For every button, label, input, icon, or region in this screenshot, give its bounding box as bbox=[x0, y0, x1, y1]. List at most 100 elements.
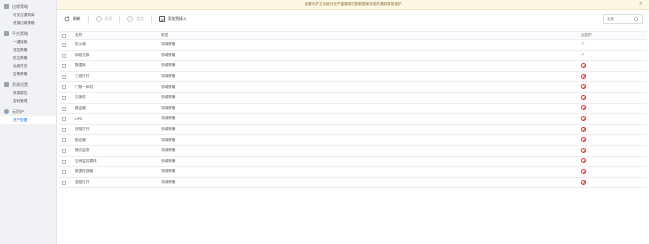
device-table: 名称 类型 云防护 防火墙 领域策略 ✓ 网络交换 领域策略 ✓ 数据库 领域策略 三维打开 领域… bbox=[59, 31, 647, 189]
sidebar-item[interactable]: 流控策略 bbox=[0, 46, 56, 54]
search-box[interactable] bbox=[603, 14, 643, 24]
table-row[interactable]: 数据传感器 领域策略 bbox=[59, 167, 647, 178]
row-checkbox[interactable] bbox=[62, 53, 66, 58]
search-input[interactable] bbox=[607, 17, 637, 21]
cell-name: 双相打开 bbox=[75, 127, 90, 132]
table-row[interactable]: 路由器 领域策略 bbox=[59, 104, 647, 115]
cell-name: 温相打开 bbox=[75, 180, 90, 185]
row-checkbox[interactable] bbox=[62, 85, 66, 90]
cell-name: 网络交换 bbox=[75, 52, 90, 57]
table-row[interactable]: 数据库 领域策略 bbox=[59, 61, 647, 72]
disabled-icon bbox=[581, 158, 586, 164]
toolbar: 刷新 ✓ 启用 ✓ 禁用 ⇲ 添加到接入 bbox=[57, 12, 649, 26]
close-icon[interactable]: × bbox=[639, 2, 643, 7]
table-row[interactable]: 配合器 领域策略 bbox=[59, 135, 647, 146]
cell-type: 领域策略 bbox=[161, 148, 176, 153]
row-checkbox[interactable] bbox=[62, 127, 66, 132]
cell-name: 配合器 bbox=[75, 137, 86, 142]
disable-button[interactable]: ✓ 禁用 bbox=[124, 14, 147, 24]
notice-banner: 设置中护卫功能仍在严重漏洞匹配数据库完成的漏洞类型保护 × bbox=[57, 0, 649, 10]
table-row[interactable]: 三维打开 领域策略 bbox=[59, 72, 647, 83]
table-row[interactable]: 空间监控模块 领域策略 bbox=[59, 157, 647, 168]
cell-type: 领域策略 bbox=[161, 42, 176, 47]
sidebar-group[interactable]: 边缘策略 bbox=[0, 2, 56, 11]
row-checkbox[interactable] bbox=[62, 148, 66, 153]
sidebar-group[interactable]: 平台策略 bbox=[0, 29, 56, 38]
table-row[interactable]: 双相打开 领域策略 bbox=[59, 125, 647, 136]
row-checkbox[interactable] bbox=[62, 180, 66, 185]
select-all-checkbox[interactable] bbox=[62, 34, 66, 38]
cell-name: 三维打开 bbox=[75, 74, 90, 79]
import-icon: ⇲ bbox=[158, 16, 165, 22]
sidebar-group-label: 资源设置 bbox=[12, 81, 28, 87]
strategy-icon bbox=[4, 4, 9, 9]
cell-name: 数据库 bbox=[75, 63, 86, 68]
cell-type: 领域策略 bbox=[161, 84, 176, 89]
cell-type: 领域策略 bbox=[161, 95, 176, 100]
table-row[interactable]: 温相打开 领域策略 bbox=[59, 178, 647, 189]
row-checkbox[interactable] bbox=[62, 138, 66, 143]
search-icon[interactable] bbox=[634, 17, 639, 23]
table-row[interactable]: UPS 领域策略 bbox=[59, 114, 647, 125]
cell-type: 领域策略 bbox=[161, 74, 176, 79]
row-checkbox[interactable] bbox=[62, 74, 66, 79]
table-row[interactable]: 网络交换 领域策略 ✓ bbox=[59, 51, 647, 62]
column-header-name: 名称 bbox=[75, 33, 83, 37]
column-header-type: 类型 bbox=[161, 33, 169, 37]
enabled-check-icon: ✓ bbox=[581, 51, 586, 58]
table-row[interactable]: 防火墙 领域策略 ✓ bbox=[59, 40, 647, 51]
disabled-icon bbox=[581, 137, 586, 143]
refresh-label: 刷新 bbox=[73, 16, 81, 21]
table-row[interactable]: 交换机 领域策略 bbox=[59, 93, 647, 104]
check-icon: ✓ bbox=[95, 16, 102, 22]
banner-text: 设置中护卫功能仍在严重漏洞匹配数据库完成的漏洞类型保护 bbox=[304, 2, 402, 6]
cell-type: 领域策略 bbox=[161, 105, 176, 110]
sidebar-item[interactable]: 运维任务 bbox=[0, 62, 56, 70]
cell-name: UPS bbox=[75, 116, 83, 121]
sidebar-item[interactable]: 密码管理 bbox=[0, 97, 56, 105]
cell-name: 数据传感器 bbox=[75, 169, 93, 174]
sidebar-group-label: 云防护 bbox=[12, 108, 24, 114]
sidebar-item[interactable]: 告警策略 bbox=[0, 70, 56, 78]
sidebar-item[interactable]: 资源属性 bbox=[0, 89, 56, 97]
table-row[interactable]: 微光监测 领域策略 bbox=[59, 146, 647, 157]
sidebar-group[interactable]: 资源设置 bbox=[0, 80, 56, 89]
sidebar-item[interactable]: 一键接管 bbox=[0, 38, 56, 46]
row-checkbox[interactable] bbox=[62, 117, 66, 122]
cell-type: 领域策略 bbox=[161, 127, 176, 132]
row-checkbox[interactable] bbox=[62, 95, 66, 100]
sidebar-item[interactable]: 可关注漏洞库 bbox=[0, 11, 56, 19]
refresh-button[interactable]: 刷新 bbox=[61, 14, 84, 24]
platform-icon bbox=[4, 31, 9, 36]
sidebar-item[interactable]: 资源边缘策略 bbox=[0, 19, 56, 27]
row-checkbox[interactable] bbox=[62, 43, 66, 47]
main-panel: 设置中护卫功能仍在严重漏洞匹配数据库完成的漏洞类型保护 × 刷新 ✓ 启用 ✓ … bbox=[57, 0, 649, 244]
enable-button[interactable]: ✓ 启用 bbox=[93, 14, 116, 24]
cell-type: 领域策略 bbox=[161, 137, 176, 142]
disable-label: 禁用 bbox=[136, 16, 144, 21]
cell-type: 领域策略 bbox=[161, 63, 176, 68]
row-checkbox[interactable] bbox=[62, 159, 66, 164]
disabled-icon bbox=[581, 179, 586, 186]
row-checkbox[interactable] bbox=[62, 106, 66, 111]
sidebar: 边缘策略 可关注漏洞库 资源边缘策略平台策略一键接管 流控策略 防注策略 运维任务 告警策略… bbox=[0, 0, 57, 244]
table-header: 名称 类型 云防护 bbox=[59, 31, 647, 40]
disabled-icon bbox=[581, 168, 586, 175]
cell-type: 领域策略 bbox=[161, 180, 176, 185]
import-button[interactable]: ⇲ 添加到接入 bbox=[156, 14, 190, 24]
sidebar-item[interactable]: 资产配置 bbox=[0, 116, 56, 124]
sidebar-group[interactable]: 云防护 bbox=[0, 107, 56, 116]
disabled-icon bbox=[581, 84, 586, 90]
disabled-icon bbox=[581, 147, 586, 154]
table-row[interactable]: 门禁一体机 领域策略 bbox=[59, 82, 647, 93]
row-checkbox[interactable] bbox=[62, 170, 66, 175]
toolbar-divider bbox=[119, 15, 121, 23]
row-checkbox[interactable] bbox=[62, 64, 66, 69]
sidebar-item[interactable]: 防注策略 bbox=[0, 54, 56, 62]
cell-type: 领域策略 bbox=[161, 158, 176, 163]
cell-type: 领域策略 bbox=[161, 169, 176, 174]
cell-type: 领域策略 bbox=[161, 52, 176, 57]
sidebar-group-label: 平台策略 bbox=[12, 30, 28, 36]
check-icon: ✓ bbox=[127, 16, 134, 22]
import-label: 添加到接入 bbox=[167, 16, 187, 21]
